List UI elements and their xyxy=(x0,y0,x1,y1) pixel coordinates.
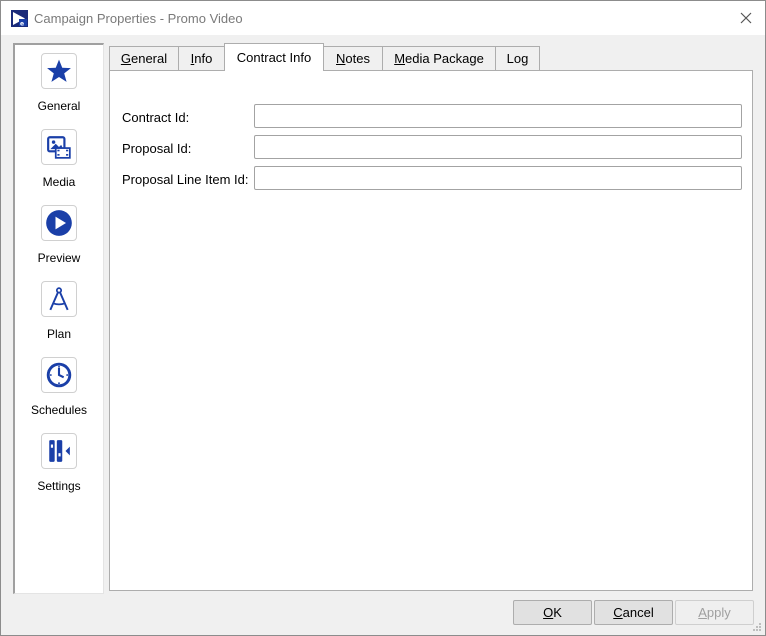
compass-icon xyxy=(49,287,69,311)
sidebar-item-label: Settings xyxy=(37,479,81,493)
cancel-button[interactable]: Cancel xyxy=(594,600,673,625)
sidebar-icon-box xyxy=(41,281,77,317)
sidebar-item-schedules[interactable]: Schedules xyxy=(15,351,103,421)
tab-notes[interactable]: Notes xyxy=(323,46,383,70)
dialog-window: e Campaign Properties - Promo Video Gene… xyxy=(0,0,766,636)
tab-info[interactable]: Info xyxy=(178,46,225,70)
button-mnemonic: A xyxy=(698,605,707,620)
sidebar-item-plan[interactable]: Plan xyxy=(15,275,103,345)
button-label: pply xyxy=(706,605,731,620)
close-button[interactable] xyxy=(731,4,761,32)
button-label: ancel xyxy=(622,605,654,620)
proposal-id-input[interactable] xyxy=(254,135,742,159)
settings-icon xyxy=(49,440,70,462)
clock-icon xyxy=(46,362,72,388)
button-label: K xyxy=(553,605,562,620)
sidebar-item-label: Schedules xyxy=(30,403,88,417)
tab-mnemonic: G xyxy=(120,51,131,66)
tab-label: Log xyxy=(506,51,529,66)
button-mnemonic: C xyxy=(613,605,623,620)
window-title: Campaign Properties - Promo Video xyxy=(34,11,243,26)
tab-label: otes xyxy=(345,51,370,66)
ok-button[interactable]: OK xyxy=(513,600,592,625)
tab-mnemonic: N xyxy=(336,51,346,66)
proposal-line-item-id-input[interactable] xyxy=(254,166,742,190)
tab-label: edia Package xyxy=(405,51,484,66)
app-logo-icon: e xyxy=(11,10,28,27)
tab-media-package[interactable]: Media Package xyxy=(382,46,496,70)
sidebar-item-label: General xyxy=(37,99,81,113)
sidebar-item-preview[interactable]: Preview xyxy=(15,199,103,269)
proposal-line-item-id-label: Proposal Line Item Id: xyxy=(122,172,249,187)
tab-mnemonic: M xyxy=(394,51,406,66)
sidebar-icon-box xyxy=(41,205,77,241)
contract-info-panel: Contract Id: Proposal Id: Proposal Line … xyxy=(109,70,753,591)
sidebar-item-label: Plan xyxy=(46,327,72,341)
sidebar-item-general[interactable]: General xyxy=(15,47,103,117)
svg-text:e: e xyxy=(20,21,24,28)
play-icon xyxy=(46,210,72,236)
sidebar-icon-box xyxy=(41,129,77,165)
tab-general[interactable]: General xyxy=(109,46,179,70)
sidebar-item-label: Media xyxy=(42,175,76,189)
tab-label: Contract Info xyxy=(236,50,312,65)
tab-label: nfo xyxy=(194,51,213,66)
sidebar: General Media Preview Plan Schedules Set… xyxy=(13,43,104,594)
sidebar-item-label: Preview xyxy=(37,251,81,265)
tab-contract-info[interactable]: Contract Info xyxy=(224,43,324,71)
contract-id-input[interactable] xyxy=(254,104,742,128)
apply-button[interactable]: Apply xyxy=(675,600,754,625)
tab-label: eneral xyxy=(130,51,168,66)
sidebar-item-settings[interactable]: Settings xyxy=(15,427,103,497)
tab-log[interactable]: Log xyxy=(495,46,540,70)
button-mnemonic: O xyxy=(543,605,554,620)
sidebar-icon-box xyxy=(41,357,77,393)
sidebar-icon-box xyxy=(41,53,77,89)
media-icon xyxy=(47,136,71,159)
sidebar-icon-box xyxy=(41,433,77,469)
resize-grip-icon[interactable] xyxy=(752,622,762,632)
proposal-id-label: Proposal Id: xyxy=(122,141,192,156)
star-icon xyxy=(47,59,71,82)
close-icon xyxy=(740,12,752,24)
contract-id-label: Contract Id: xyxy=(122,110,190,125)
title-bar: e Campaign Properties - Promo Video xyxy=(1,1,765,35)
sidebar-item-media[interactable]: Media xyxy=(15,123,103,193)
